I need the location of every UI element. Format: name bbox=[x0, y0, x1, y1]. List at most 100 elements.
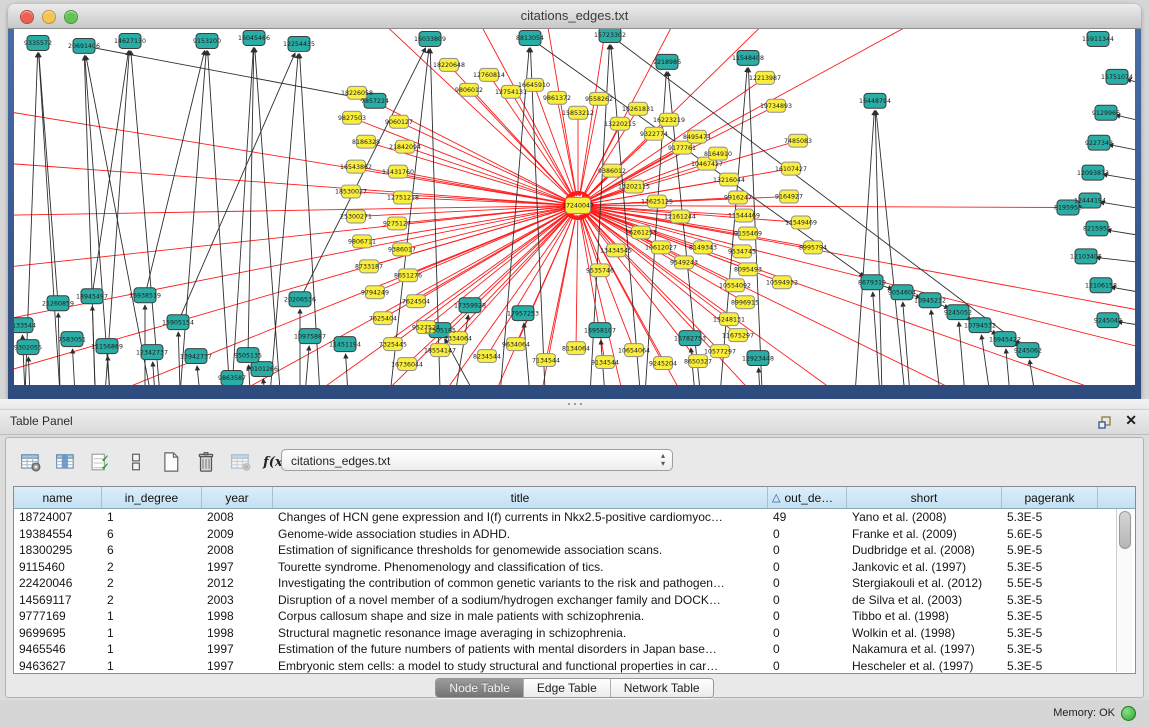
cell[interactable]: Wolkin et al. (1998) bbox=[847, 626, 1002, 640]
cell[interactable]: 1 bbox=[102, 626, 202, 640]
cell[interactable]: Jankovic et al. (1997) bbox=[847, 560, 1002, 574]
cell[interactable]: 1998 bbox=[202, 609, 273, 623]
cell[interactable]: Changes of HCN gene expression and I(f) … bbox=[273, 510, 768, 524]
network-canvas[interactable]: 9335572206914061462713091532001604546612… bbox=[14, 29, 1135, 385]
cell[interactable]: Dudbridge et al. (2008) bbox=[847, 543, 1002, 557]
cell[interactable]: 5.3E-5 bbox=[1002, 560, 1098, 574]
cell[interactable]: 5.5E-5 bbox=[1002, 576, 1098, 590]
cell[interactable]: 9463627 bbox=[14, 659, 102, 673]
cell[interactable]: 5.3E-5 bbox=[1002, 626, 1098, 640]
network-window-titlebar[interactable]: citations_edges.txt bbox=[8, 4, 1141, 29]
cell[interactable]: 9699695 bbox=[14, 626, 102, 640]
cell[interactable]: 2012 bbox=[202, 576, 273, 590]
cell[interactable]: 0 bbox=[768, 626, 847, 640]
cell[interactable]: Embryonic stem cells: a model to study s… bbox=[273, 659, 768, 673]
cell[interactable]: 1997 bbox=[202, 560, 273, 574]
table-row[interactable]: 1938455462009Genome-wide association stu… bbox=[14, 526, 1135, 543]
cell[interactable]: Stergiakouli et al. (2012) bbox=[847, 576, 1002, 590]
cell[interactable]: Investigating the contribution of common… bbox=[273, 576, 768, 590]
cell[interactable]: 14569117 bbox=[14, 593, 102, 607]
table-row[interactable]: 946362711997Embryonic stem cells: a mode… bbox=[14, 658, 1135, 675]
cell[interactable]: 18724007 bbox=[14, 510, 102, 524]
tab-node-table[interactable]: Node Table bbox=[436, 679, 524, 697]
column-header-in_degree[interactable]: in_degree bbox=[102, 487, 202, 508]
table-row[interactable]: 911546021997Tourette syndrome. Phenomeno… bbox=[14, 559, 1135, 576]
table-settings-icon[interactable] bbox=[18, 449, 44, 475]
table-row[interactable]: 1830029562008Estimation of significance … bbox=[14, 542, 1135, 559]
table-scrollbar-thumb[interactable] bbox=[1119, 511, 1131, 549]
cell[interactable]: 0 bbox=[768, 576, 847, 590]
column-header-title[interactable]: title bbox=[273, 487, 768, 508]
column-header-out_de[interactable]: △out_de… bbox=[768, 487, 847, 508]
cell[interactable]: Estimation of significance thresholds fo… bbox=[273, 543, 768, 557]
cell[interactable]: Disruption of a novel member of a sodium… bbox=[273, 593, 768, 607]
cell[interactable]: 22420046 bbox=[14, 576, 102, 590]
cell[interactable]: 18300295 bbox=[14, 543, 102, 557]
cell[interactable]: Franke et al. (2009) bbox=[847, 527, 1002, 541]
cell[interactable]: Structural magnetic resonance image aver… bbox=[273, 626, 768, 640]
cell[interactable]: 5.3E-5 bbox=[1002, 659, 1098, 673]
table-row[interactable]: 2242004622012Investigating the contribut… bbox=[14, 575, 1135, 592]
cell[interactable]: 2009 bbox=[202, 527, 273, 541]
panel-divider[interactable] bbox=[0, 399, 1149, 410]
cell[interactable]: 9115460 bbox=[14, 560, 102, 574]
cell[interactable]: 2 bbox=[102, 593, 202, 607]
cell[interactable]: Nakamura et al. (1997) bbox=[847, 642, 1002, 656]
column-header-short[interactable]: short bbox=[847, 487, 1002, 508]
table-row[interactable]: 969969511998Structural magnetic resonanc… bbox=[14, 625, 1135, 642]
cell[interactable]: 5.9E-5 bbox=[1002, 543, 1098, 557]
float-panel-button[interactable] bbox=[1097, 414, 1113, 430]
cell[interactable]: 0 bbox=[768, 527, 847, 541]
cell[interactable]: 9777169 bbox=[14, 609, 102, 623]
cell[interactable]: Tourette syndrome. Phenomenology and cla… bbox=[273, 560, 768, 574]
cell[interactable]: 0 bbox=[768, 543, 847, 557]
cell[interactable]: 1997 bbox=[202, 642, 273, 656]
cell[interactable]: 1 bbox=[102, 659, 202, 673]
column-header-pagerank[interactable]: pagerank bbox=[1002, 487, 1098, 508]
cell[interactable]: 2 bbox=[102, 576, 202, 590]
tab-edge-table[interactable]: Edge Table bbox=[524, 679, 611, 697]
cell[interactable]: 0 bbox=[768, 659, 847, 673]
table-row[interactable]: 1456911722003Disruption of a novel membe… bbox=[14, 592, 1135, 609]
cell[interactable]: Estimation of the future numbers of pati… bbox=[273, 642, 768, 656]
cell[interactable]: 0 bbox=[768, 609, 847, 623]
cell[interactable]: 5.3E-5 bbox=[1002, 609, 1098, 623]
cell[interactable]: 19384554 bbox=[14, 527, 102, 541]
cell[interactable]: 2003 bbox=[202, 593, 273, 607]
row-check-icon[interactable]: ✓✓ bbox=[88, 449, 114, 475]
cell[interactable]: 1 bbox=[102, 609, 202, 623]
cell[interactable]: de Silva et al. (2003) bbox=[847, 593, 1002, 607]
table-row[interactable]: 977716911998Corpus callosum shape and si… bbox=[14, 608, 1135, 625]
cell[interactable]: 1 bbox=[102, 642, 202, 656]
delete-table-icon[interactable] bbox=[193, 449, 219, 475]
cell[interactable]: 5.6E-5 bbox=[1002, 527, 1098, 541]
close-panel-button[interactable]: ✕ bbox=[1125, 412, 1137, 429]
cell[interactable]: 1 bbox=[102, 510, 202, 524]
table-row[interactable]: 1872400712008Changes of HCN gene express… bbox=[14, 509, 1135, 526]
cell[interactable]: 2008 bbox=[202, 543, 273, 557]
cell[interactable]: Corpus callosum shape and size in male p… bbox=[273, 609, 768, 623]
column-header-name[interactable]: name bbox=[14, 487, 102, 508]
memory-status-indicator[interactable] bbox=[1121, 706, 1136, 721]
cell[interactable]: 0 bbox=[768, 642, 847, 656]
new-document-icon[interactable] bbox=[158, 449, 184, 475]
cell[interactable]: 2 bbox=[102, 560, 202, 574]
column-header-year[interactable]: year bbox=[202, 487, 273, 508]
cell[interactable]: Hescheler et al. (1997) bbox=[847, 659, 1002, 673]
cell[interactable]: 1997 bbox=[202, 659, 273, 673]
cell[interactable]: 5.3E-5 bbox=[1002, 510, 1098, 524]
cell[interactable]: Yano et al. (2008) bbox=[847, 510, 1002, 524]
cell[interactable]: 49 bbox=[768, 510, 847, 524]
cell[interactable]: 0 bbox=[768, 593, 847, 607]
import-table-icon[interactable] bbox=[228, 449, 254, 475]
table-scrollbar[interactable] bbox=[1116, 509, 1132, 672]
tab-network-table[interactable]: Network Table bbox=[611, 679, 713, 697]
cell[interactable]: Tibbo et al. (1998) bbox=[847, 609, 1002, 623]
split-rows-icon[interactable] bbox=[123, 449, 149, 475]
cell[interactable]: 9465546 bbox=[14, 642, 102, 656]
cell[interactable]: 5.3E-5 bbox=[1002, 642, 1098, 656]
cell[interactable]: 6 bbox=[102, 527, 202, 541]
table-row[interactable]: 946554611997Estimation of the future num… bbox=[14, 641, 1135, 658]
cell[interactable]: 1998 bbox=[202, 626, 273, 640]
cell[interactable]: 6 bbox=[102, 543, 202, 557]
